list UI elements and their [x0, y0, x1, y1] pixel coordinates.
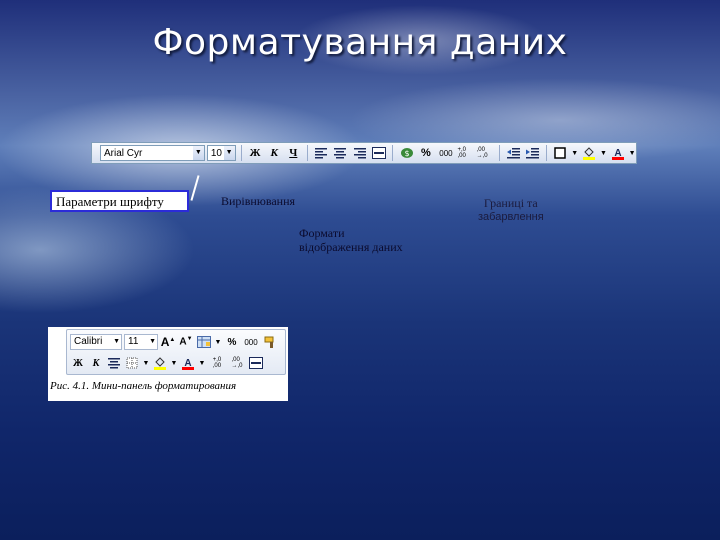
mini-italic-button[interactable]: К	[88, 354, 104, 372]
font-color-dropdown[interactable]: ▼	[628, 144, 636, 162]
mini-toolbar-figure: Calibri ▼ 11 ▼ A▲ A▼ ▼ % 000 Ж К ▼ ▼ A ▼…	[48, 327, 288, 401]
increase-decimal-button[interactable]: +,0 ,00	[457, 144, 474, 162]
font-color-icon: A	[611, 148, 624, 160]
table-style-icon	[197, 336, 211, 348]
font-color-button[interactable]: A	[609, 144, 626, 162]
currency-button[interactable]: $	[398, 144, 415, 162]
shrink-font-button[interactable]: A▼	[178, 333, 194, 351]
mini-merge-center-button[interactable]	[248, 354, 264, 372]
borders-button[interactable]	[552, 144, 569, 162]
chevron-down-icon[interactable]: ▼	[223, 146, 235, 160]
borders-dropdown[interactable]: ▼	[571, 144, 579, 162]
slide-title: Форматування даних	[152, 22, 568, 63]
toolbar-separator	[545, 145, 547, 161]
mini-toolbar-row: Ж К ▼ ▼ A ▼ +,0,00 ,00 →,0	[70, 353, 264, 373]
chevron-down-icon[interactable]: ▼	[149, 335, 156, 349]
mini-font-size-value: 11	[128, 336, 139, 347]
fill-bucket-icon	[154, 357, 166, 370]
mini-font-name-combo[interactable]: Calibri ▼	[70, 334, 122, 350]
fill-color-dropdown[interactable]: ▼	[600, 144, 608, 162]
merge-center-icon	[249, 357, 263, 369]
increase-indent-icon	[525, 147, 539, 158]
format-painter-button[interactable]	[262, 333, 278, 351]
alignment-label: Вирівнювання	[221, 194, 296, 208]
shrink-font-icon: A▼	[179, 336, 193, 348]
mini-decrease-decimal-button[interactable]: ,00 →,0	[228, 354, 246, 372]
fill-bucket-icon	[583, 147, 596, 160]
chevron-down-icon[interactable]: ▼	[113, 335, 120, 349]
underline-button[interactable]: Ч	[285, 144, 302, 162]
mini-font-color-dropdown[interactable]: ▼	[198, 354, 206, 372]
percent-button[interactable]: %	[417, 144, 434, 162]
borders-icon	[126, 357, 138, 369]
align-center-button[interactable]	[332, 144, 349, 162]
formats-label-line2: відображення даних	[299, 240, 403, 254]
font-name-combo[interactable]: Arial Cyr ▼	[100, 145, 205, 161]
format-table-button[interactable]	[196, 333, 212, 351]
paintbrush-icon	[264, 336, 274, 348]
chevron-down-icon[interactable]: ▼	[192, 146, 204, 160]
figure-caption: Рис. 4.1. Мини-панель форматирования	[50, 380, 237, 392]
bold-button[interactable]: Ж	[247, 144, 264, 162]
grow-font-icon: A▲	[160, 335, 176, 349]
borders-label-line1: Границі та	[483, 196, 538, 210]
fill-color-button[interactable]	[581, 144, 598, 162]
format-table-dropdown[interactable]: ▼	[214, 333, 222, 351]
font-size-value: 10	[210, 147, 222, 159]
mini-thousands-button[interactable]: 000	[242, 333, 260, 351]
mini-increase-decimal-button[interactable]: +,0,00	[208, 354, 226, 372]
toolbar-separator	[498, 145, 500, 161]
decrease-indent-button[interactable]	[505, 144, 522, 162]
align-left-button[interactable]	[313, 144, 330, 162]
decrease-indent-icon	[506, 147, 520, 158]
align-left-icon	[315, 147, 328, 158]
mini-fill-color-button[interactable]	[152, 354, 168, 372]
toolbar-separator	[240, 145, 242, 161]
align-center-icon	[334, 147, 347, 158]
italic-button[interactable]: К	[266, 144, 283, 162]
formats-label: Формати відображення даних	[299, 226, 403, 254]
mini-percent-button[interactable]: %	[224, 333, 240, 351]
font-color-icon: A	[182, 358, 194, 370]
decrease-decimal-button[interactable]: ,00 →,0	[477, 144, 494, 162]
mini-toolbar: Calibri ▼ 11 ▼ A▲ A▼ ▼ % 000 Ж К ▼ ▼ A ▼…	[66, 329, 286, 375]
align-right-button[interactable]	[351, 144, 368, 162]
font-params-label: Параметри шрифту	[50, 190, 189, 212]
thousands-button[interactable]: 000	[436, 144, 455, 162]
font-name-value: Arial Cyr	[104, 147, 143, 159]
borders-label-line2: забарвлення	[478, 211, 544, 223]
merge-center-button[interactable]	[370, 144, 387, 162]
align-right-icon	[353, 147, 366, 158]
toolbar-separator	[306, 145, 308, 161]
mini-font-color-button[interactable]: A	[180, 354, 196, 372]
mini-fill-color-dropdown[interactable]: ▼	[170, 354, 178, 372]
font-size-combo[interactable]: 10 ▼	[206, 145, 236, 161]
mini-font-name-value: Calibri	[74, 336, 103, 347]
svg-text:$: $	[404, 149, 409, 158]
borders-label: Границі та забарвлення	[478, 196, 544, 224]
mini-bold-button[interactable]: Ж	[70, 354, 86, 372]
mini-font-size-combo[interactable]: 11 ▼	[124, 334, 158, 350]
mini-borders-button[interactable]	[124, 354, 140, 372]
mini-toolbar-row: Calibri ▼ 11 ▼ A▲ A▼ ▼ % 000	[70, 332, 278, 352]
merge-center-icon	[371, 147, 386, 159]
mini-center-button[interactable]	[106, 354, 122, 372]
formatting-toolbar: Arial Cyr ▼ 10 ▼ Ж К Ч $ % 000 +,0 ,00 ,…	[91, 142, 637, 164]
toolbar-separator	[392, 145, 394, 161]
formats-label-line1: Формати	[299, 226, 345, 240]
mini-borders-dropdown[interactable]: ▼	[142, 354, 150, 372]
align-center-icon	[108, 357, 120, 368]
currency-icon: $	[400, 148, 413, 158]
borders-icon	[554, 147, 567, 159]
increase-indent-button[interactable]	[524, 144, 541, 162]
pointer-line	[190, 175, 200, 201]
grow-font-button[interactable]: A▲	[160, 333, 176, 351]
